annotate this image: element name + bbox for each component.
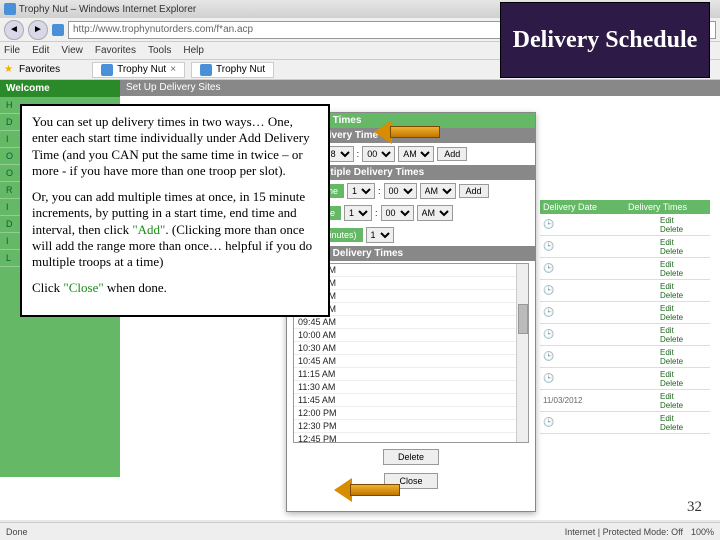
menu-help[interactable]: Help bbox=[183, 45, 204, 56]
tab-1[interactable]: Trophy Nut bbox=[191, 62, 274, 78]
sidebar-welcome: Welcome bbox=[0, 80, 120, 97]
edit-link[interactable]: Edit bbox=[660, 304, 710, 313]
table-row: 🕒EditDelete bbox=[540, 412, 710, 434]
time-row[interactable]: 11:45 AM bbox=[294, 394, 528, 407]
time-row[interactable]: 11:30 AM bbox=[294, 381, 528, 394]
edit-link[interactable]: Edit bbox=[660, 260, 710, 269]
time-row[interactable]: 10:45 AM bbox=[294, 355, 528, 368]
single-ampm-select[interactable]: AM bbox=[398, 146, 434, 162]
scrollbar[interactable] bbox=[516, 264, 528, 442]
time-row[interactable]: 09:45 AM bbox=[294, 316, 528, 329]
start-min-select[interactable]: 00 bbox=[384, 183, 417, 199]
tab-label: Trophy Nut bbox=[216, 64, 265, 75]
menu-view[interactable]: View bbox=[61, 45, 83, 56]
callout-p1: You can set up delivery times in two way… bbox=[32, 114, 318, 179]
tab-0[interactable]: Trophy Nut × bbox=[92, 62, 185, 78]
favorites-label: Favorites bbox=[19, 64, 60, 75]
time-row[interactable]: 12:30 PM bbox=[294, 420, 528, 433]
table-row: 🕒EditDelete bbox=[540, 280, 710, 302]
callout-p2: Or, you can add multiple times at once, … bbox=[32, 189, 318, 270]
delete-link[interactable]: Delete bbox=[660, 225, 710, 234]
th-times: Delivery Times bbox=[625, 200, 710, 214]
tab-icon bbox=[101, 64, 113, 76]
tab-label: Trophy Nut bbox=[117, 64, 166, 75]
status-mode: Internet | Protected Mode: Off bbox=[565, 527, 683, 537]
table-row: 🕒EditDelete bbox=[540, 346, 710, 368]
delivery-table: Delivery Date Delivery Times 🕒EditDelete… bbox=[540, 200, 710, 434]
ie-icon bbox=[4, 3, 16, 15]
forward-button[interactable]: ► bbox=[28, 20, 48, 40]
callout-p3: Click "Close" when done. bbox=[32, 280, 318, 296]
menu-tools[interactable]: Tools bbox=[148, 45, 171, 56]
end-hour-select[interactable]: 1 bbox=[344, 205, 372, 221]
delete-button[interactable]: Delete bbox=[383, 449, 439, 465]
delete-link[interactable]: Delete bbox=[660, 313, 710, 322]
table-row: 🕒EditDelete bbox=[540, 302, 710, 324]
edit-link[interactable]: Edit bbox=[660, 216, 710, 225]
menu-favorites[interactable]: Favorites bbox=[95, 45, 136, 56]
edit-link[interactable]: Edit bbox=[660, 392, 710, 401]
window-title: Trophy Nut – Windows Internet Explorer bbox=[19, 4, 196, 15]
table-row: 🕒EditDelete bbox=[540, 324, 710, 346]
status-bar: Done Internet | Protected Mode: Off 100% bbox=[0, 522, 720, 540]
delete-link[interactable]: Delete bbox=[660, 269, 710, 278]
delete-link[interactable]: Delete bbox=[660, 247, 710, 256]
status-done: Done bbox=[6, 527, 28, 537]
favorites-icon[interactable]: ★ bbox=[4, 64, 13, 75]
table-row: 🕒EditDelete bbox=[540, 214, 710, 236]
start-hour-select[interactable]: 1 bbox=[347, 183, 375, 199]
menu-file[interactable]: File bbox=[4, 45, 20, 56]
overlay-title: Delivery Schedule bbox=[500, 2, 710, 78]
edit-link[interactable]: Edit bbox=[660, 414, 710, 423]
delete-link[interactable]: Delete bbox=[660, 423, 710, 432]
edit-link[interactable]: Edit bbox=[660, 370, 710, 379]
time-row[interactable]: 10:30 AM bbox=[294, 342, 528, 355]
edit-link[interactable]: Edit bbox=[660, 238, 710, 247]
time-row[interactable]: 11:15 AM bbox=[294, 368, 528, 381]
page-title: Set Up Delivery Sites bbox=[120, 80, 720, 96]
back-button[interactable]: ◄ bbox=[4, 20, 24, 40]
close-icon[interactable]: × bbox=[170, 64, 176, 75]
scrollbar-thumb[interactable] bbox=[518, 304, 528, 334]
add-multi-button[interactable]: Add bbox=[459, 184, 489, 198]
table-row: 🕒EditDelete bbox=[540, 258, 710, 280]
edit-link[interactable]: Edit bbox=[660, 348, 710, 357]
add-single-button[interactable]: Add bbox=[437, 147, 467, 161]
edit-link[interactable]: Edit bbox=[660, 326, 710, 335]
table-row: 11/03/2012EditDelete bbox=[540, 390, 710, 412]
instruction-callout: You can set up delivery times in two way… bbox=[20, 104, 330, 317]
end-min-select[interactable]: 00 bbox=[381, 205, 414, 221]
delete-link[interactable]: Delete bbox=[660, 357, 710, 366]
delete-link[interactable]: Delete bbox=[660, 335, 710, 344]
table-row: 🕒EditDelete bbox=[540, 368, 710, 390]
start-ampm-select[interactable]: AM bbox=[420, 183, 456, 199]
slide-number: 32 bbox=[687, 499, 702, 516]
menu-edit[interactable]: Edit bbox=[32, 45, 49, 56]
status-zoom: 100% bbox=[691, 527, 714, 537]
delete-link[interactable]: Delete bbox=[660, 401, 710, 410]
time-row[interactable]: 10:00 AM bbox=[294, 329, 528, 342]
page-icon bbox=[52, 24, 64, 36]
single-min-select[interactable]: 00 bbox=[362, 146, 395, 162]
th-date: Delivery Date bbox=[540, 200, 625, 214]
delete-link[interactable]: Delete bbox=[660, 291, 710, 300]
delete-link[interactable]: Delete bbox=[660, 379, 710, 388]
tab-icon bbox=[200, 64, 212, 76]
interval-select[interactable]: 1 bbox=[366, 227, 394, 243]
time-row[interactable]: 12:00 PM bbox=[294, 407, 528, 420]
edit-link[interactable]: Edit bbox=[660, 282, 710, 291]
table-row: 🕒EditDelete bbox=[540, 236, 710, 258]
time-row[interactable]: 12:45 PM bbox=[294, 433, 528, 443]
end-ampm-select[interactable]: AM bbox=[417, 205, 453, 221]
